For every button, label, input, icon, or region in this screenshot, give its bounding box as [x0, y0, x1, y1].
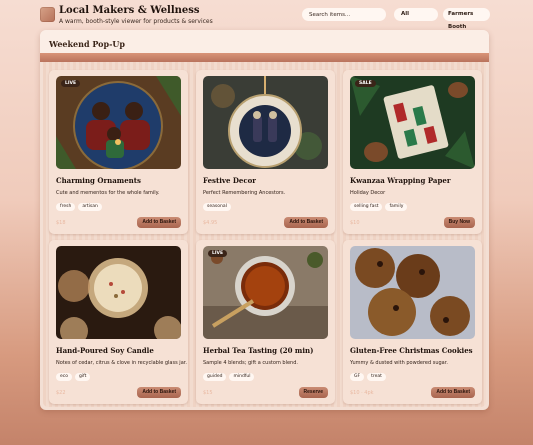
product-card[interactable]: Festive Decor Perfect Remembering Ancest… — [196, 70, 335, 234]
app-subtitle: A warm, booth-style viewer for products … — [59, 18, 213, 25]
product-desc: Notes of cedar, citrus & clove in recycl… — [56, 360, 187, 366]
product-card[interactable]: Gluten-Free Christmas Cookies Yummy & du… — [343, 240, 482, 404]
product-name: Festive Decor — [203, 176, 256, 185]
category-select[interactable]: All — [394, 8, 438, 21]
product-card[interactable]: LIVE Herbal Tea Tasting (20 min) Sample … — [196, 240, 335, 404]
product-card[interactable]: LIVE Charming Ornaments Cute and memento… — [49, 70, 188, 234]
tag: treat — [367, 373, 386, 381]
product-desc: Holiday Decor — [350, 190, 386, 196]
add-to-basket-button[interactable]: Add to Basket — [137, 217, 181, 228]
product-image: SALE — [350, 76, 475, 169]
product-card[interactable]: SALE Kwanzaa Wrapping Paper Holiday Deco… — [343, 70, 482, 234]
product-desc: Perfect Remembering Ancestors. — [203, 190, 286, 196]
product-name: Herbal Tea Tasting (20 min) — [203, 346, 314, 355]
tag: eco — [56, 373, 72, 381]
tag: mindful — [229, 373, 255, 381]
panel-header: Weekend Pop-Up — [40, 30, 489, 53]
product-price: $18 — [56, 220, 66, 226]
product-name: Hand-Poured Soy Candle — [56, 346, 154, 355]
product-name: Charming Ornaments — [56, 176, 141, 185]
popup-panel: Weekend Pop-Up LIVE Charming Ornaments C… — [40, 30, 489, 410]
status-badge: LIVE — [208, 250, 228, 257]
tag: artisan — [78, 203, 102, 211]
panel-band — [40, 53, 489, 62]
product-price: $10 · 4pk — [350, 390, 374, 396]
status-badge: SALE — [355, 80, 376, 87]
search-input[interactable] — [302, 8, 386, 21]
product-price: $4.95 — [203, 220, 218, 226]
tag-list: guided mindful — [203, 373, 255, 381]
product-price: $22 — [56, 390, 66, 396]
tag: gift — [75, 373, 91, 381]
tag: family — [385, 203, 408, 211]
buy-now-button[interactable]: Buy Now — [443, 217, 475, 228]
status-badge: LIVE — [61, 80, 81, 87]
product-price: $10 — [350, 220, 360, 226]
app-title: Local Makers & Wellness — [59, 5, 200, 16]
product-desc: Yummy & dusted with powdered sugar. — [350, 360, 448, 366]
product-image — [56, 246, 181, 339]
section-title: Weekend Pop-Up — [49, 39, 125, 49]
tag-list: selling fast family — [350, 203, 408, 211]
tag-list: seasonal — [203, 203, 231, 211]
product-card[interactable]: Hand-Poured Soy Candle Notes of cedar, c… — [49, 240, 188, 404]
tag: guided — [203, 373, 227, 381]
brand-logo — [40, 7, 55, 22]
product-image — [203, 76, 328, 169]
tag: GF — [350, 373, 365, 381]
add-to-basket-button[interactable]: Add to Basket — [137, 387, 181, 398]
product-grid: LIVE Charming Ornaments Cute and memento… — [43, 62, 486, 407]
product-price: $15 — [203, 390, 213, 396]
product-name: Gluten-Free Christmas Cookies — [350, 346, 473, 355]
product-name: Kwanzaa Wrapping Paper — [350, 176, 451, 185]
tag-list: eco gift — [56, 373, 91, 381]
tag: seasonal — [203, 203, 231, 211]
tag: fresh — [56, 203, 76, 211]
product-image: LIVE — [203, 246, 328, 339]
product-image — [350, 246, 475, 339]
booth-selector[interactable]: Farmers Booth — [443, 8, 490, 30]
tag-list: fresh artisan — [56, 203, 102, 211]
tag: selling fast — [350, 203, 383, 211]
reserve-button[interactable]: Reserve — [298, 387, 328, 398]
product-desc: Sample 4 blends; gift a custom blend. — [203, 360, 298, 366]
product-desc: Cute and mementos for the whole family. — [56, 190, 160, 196]
product-image: LIVE — [56, 76, 181, 169]
tag-list: GF treat — [350, 373, 386, 381]
add-to-basket-button[interactable]: Add to Basket — [431, 387, 475, 398]
app-header: Local Makers & Wellness A warm, booth-st… — [40, 5, 490, 30]
add-to-basket-button[interactable]: Add to Basket — [284, 217, 328, 228]
